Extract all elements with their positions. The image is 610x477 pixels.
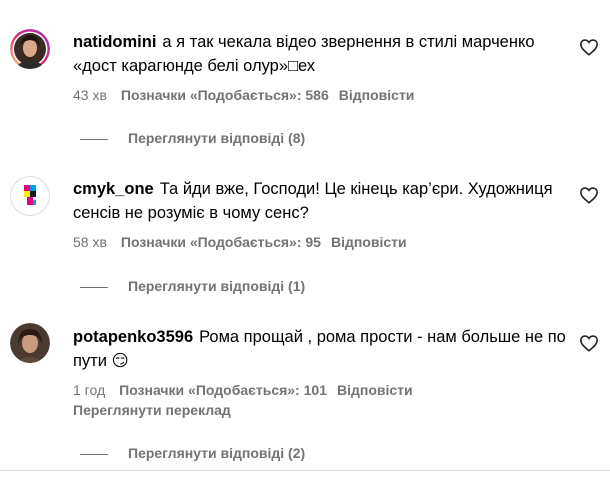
heart-icon[interactable]	[579, 186, 599, 204]
reply-button[interactable]: Відповісти	[339, 86, 415, 104]
reply-button[interactable]: Відповісти	[331, 233, 407, 251]
comment-username[interactable]: cmyk_one	[73, 180, 154, 198]
heart-icon[interactable]	[579, 38, 599, 56]
view-replies-label: Переглянути відповіді (2)	[128, 445, 306, 461]
view-replies-label: Переглянути відповіді (1)	[128, 278, 306, 294]
heart-icon[interactable]	[579, 334, 599, 352]
comment-username[interactable]: potapenko3596	[73, 328, 193, 346]
comment-time[interactable]: 1 год	[73, 381, 105, 399]
bottom-divider	[0, 470, 610, 471]
comment-text: potapenko3596 Рома прощай , рома прости -…	[73, 325, 573, 373]
see-translation-button[interactable]: Переглянути переклад	[73, 401, 231, 419]
likes-count[interactable]: Позначки «Подобається»: 95	[121, 233, 321, 251]
comment-time[interactable]: 58 хв	[73, 233, 107, 251]
avatar[interactable]	[10, 323, 50, 363]
replies-divider-line	[80, 453, 108, 455]
comment-text: cmyk_one Та йди вже, Господи! Це кінець к…	[73, 177, 573, 225]
view-replies-button[interactable]: Переглянути відповіді (1)	[80, 277, 305, 295]
reply-button[interactable]: Відповісти	[337, 381, 413, 399]
comment-meta: 1 год Позначки «Подобається»: 101 Відповіс…	[73, 381, 413, 399]
comment-meta: 58 хв Позначки «Подобається»: 95 Відповіст…	[73, 233, 407, 251]
avatar[interactable]	[10, 176, 50, 216]
likes-count[interactable]: Позначки «Подобається»: 586	[121, 86, 329, 104]
comment-time[interactable]: 43 хв	[73, 86, 107, 104]
comment-username[interactable]: natidomini	[73, 33, 156, 51]
view-replies-button[interactable]: Переглянути відповіді (2)	[80, 444, 305, 462]
replies-divider-line	[80, 286, 108, 288]
view-replies-label: Переглянути відповіді (8)	[128, 130, 306, 146]
avatar[interactable]	[10, 29, 50, 69]
likes-count[interactable]: Позначки «Подобається»: 101	[119, 381, 327, 399]
view-replies-button[interactable]: Переглянути відповіді (8)	[80, 129, 305, 147]
comment-meta: 43 хв Позначки «Подобається»: 586 Відповіс…	[73, 86, 414, 104]
replies-divider-line	[80, 138, 108, 140]
comment-text: natidomini а я так чекала відео звернення…	[73, 30, 573, 78]
